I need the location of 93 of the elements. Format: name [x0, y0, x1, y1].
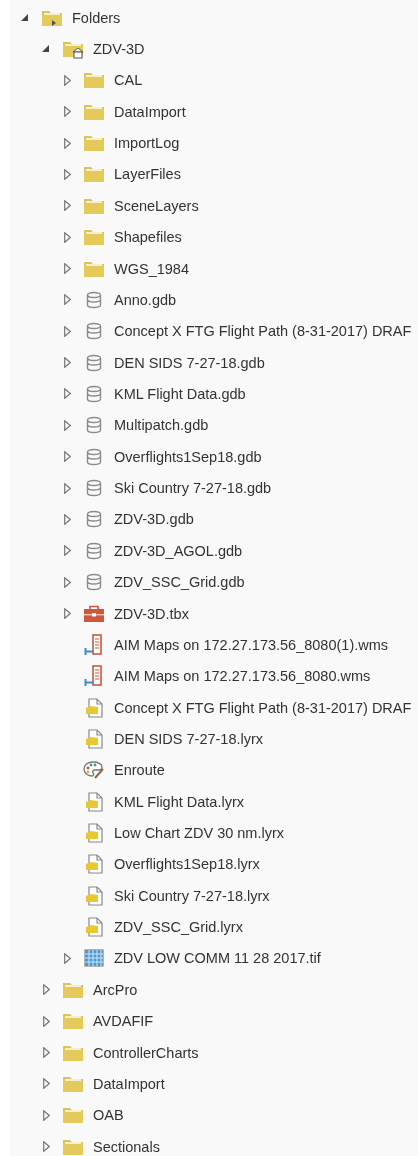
tree-item-label[interactable]: AVDAFIF: [93, 1013, 154, 1030]
expand-arrow-icon[interactable]: [63, 357, 71, 369]
tree-item-label[interactable]: Enroute: [114, 762, 165, 779]
tree-item-label[interactable]: OAB: [93, 1107, 124, 1124]
tree-item-label[interactable]: DEN SIDS 7-27-18.lyrx: [114, 730, 264, 747]
tree-item-label[interactable]: AIM Maps on 172.27.173.56_8080(1).wms: [114, 636, 389, 653]
folder-icon: [83, 164, 105, 185]
expand-arrow-icon[interactable]: [42, 1078, 50, 1090]
expand-arrow-icon[interactable]: [63, 388, 71, 400]
expand-arrow-icon[interactable]: [63, 482, 71, 494]
tree-item-label[interactable]: DataImport: [114, 103, 186, 120]
tree-item-label[interactable]: LayerFiles: [114, 166, 181, 183]
layer-file-icon: [85, 854, 103, 875]
tree-item-label[interactable]: KML Flight Data.lyrx: [114, 793, 244, 810]
database-icon: [86, 479, 102, 498]
database-icon: [86, 416, 102, 435]
expand-arrow-icon[interactable]: [63, 419, 71, 431]
tree-item-label[interactable]: Overflights1Sep18.gdb: [114, 448, 262, 465]
layer-file-icon: [85, 791, 103, 812]
tree-item-label[interactable]: Shapefiles: [114, 229, 182, 246]
database-icon: [86, 510, 102, 529]
database-icon: [86, 447, 102, 466]
expand-arrow-icon[interactable]: [63, 106, 71, 118]
raster-grid-icon: [84, 949, 104, 968]
tree-item-label[interactable]: ZDV-3D.gdb: [114, 511, 194, 528]
folder-icon: [62, 1105, 84, 1126]
tree-item-label[interactable]: KML Flight Data.gdb: [114, 386, 246, 402]
tree-item-label[interactable]: ZDV LOW COMM 11 28 2017.tif: [114, 950, 321, 967]
expand-arrow-icon[interactable]: [63, 608, 71, 619]
folder-icon: [62, 1011, 84, 1032]
expand-arrow-icon[interactable]: [42, 1141, 50, 1153]
folder-icon: [83, 133, 105, 154]
tree-item-label[interactable]: ZDV_SSC_Grid.gdb: [114, 574, 245, 591]
layer-file-icon: [85, 917, 103, 938]
tree-item-label[interactable]: ControllerCharts: [93, 1044, 199, 1061]
expand-arrow-icon[interactable]: [42, 984, 50, 996]
collapse-arrow-icon[interactable]: [42, 45, 50, 54]
expand-arrow-icon[interactable]: [63, 200, 71, 212]
folder-icon: [83, 227, 105, 248]
expand-arrow-icon[interactable]: [63, 952, 71, 964]
layer-file-icon: [85, 728, 103, 749]
tree-item-label[interactable]: Multipatch.gdb: [114, 417, 209, 434]
palette-icon: [83, 760, 105, 781]
expand-arrow-icon[interactable]: [63, 168, 71, 180]
expand-arrow-icon[interactable]: [63, 576, 71, 588]
layer-file-icon: [85, 823, 103, 843]
expand-arrow-icon[interactable]: [63, 513, 71, 525]
toolbox-icon: [83, 604, 105, 623]
database-icon: [86, 322, 102, 341]
expand-arrow-icon[interactable]: [42, 1047, 50, 1059]
expand-arrow-icon[interactable]: [42, 1015, 50, 1027]
expand-arrow-icon[interactable]: [42, 1109, 50, 1121]
expand-arrow-icon[interactable]: [63, 294, 71, 306]
tree-item-label[interactable]: ZDV-3D_AGOL.gdb: [114, 542, 243, 559]
tree-item-label[interactable]: Overflights1Sep18.lyrx: [114, 856, 260, 873]
expand-arrow-icon[interactable]: [63, 263, 71, 275]
expand-arrow-icon[interactable]: [63, 137, 71, 149]
tree-item-label[interactable]: Sectionals: [93, 1138, 160, 1155]
tree-item-label[interactable]: Concept X FTG Flight Path (8-31-2017) DRAF: [114, 699, 412, 716]
expand-arrow-icon[interactable]: [63, 231, 71, 243]
expand-arrow-icon[interactable]: [63, 545, 71, 557]
layer-file-icon: [85, 697, 103, 718]
tree-item-label[interactable]: ZDV-3D: [93, 41, 145, 58]
tree-item-label[interactable]: ImportLog: [114, 135, 180, 152]
tree-item-label[interactable]: Folders: [72, 9, 121, 26]
tree-item-label[interactable]: CAL: [114, 72, 143, 89]
expand-arrow-icon[interactable]: [63, 74, 71, 86]
tree-item-label[interactable]: ZDV_SSC_Grid.lyrx: [114, 919, 243, 936]
layer-file-icon: [85, 885, 103, 906]
tree-item-label[interactable]: Anno.gdb: [114, 291, 177, 308]
home-folder-icon: [62, 39, 84, 60]
tree-item-label[interactable]: ArcPro: [93, 981, 138, 998]
server-icon: [84, 665, 104, 688]
database-icon: [86, 573, 102, 592]
tree-item-label[interactable]: ZDV-3D.tbx: [114, 605, 189, 622]
tree-item-label[interactable]: WGS_1984: [114, 260, 189, 277]
expand-arrow-icon[interactable]: [63, 451, 71, 463]
tree-item-label[interactable]: Low Chart ZDV 30 nm.lyrx: [114, 825, 285, 841]
database-icon: [86, 353, 102, 372]
tree-item-label[interactable]: DEN SIDS 7-27-18.gdb: [114, 354, 265, 371]
tree-item-label[interactable]: SceneLayers: [114, 197, 199, 214]
folder-icon: [83, 70, 105, 91]
collapse-arrow-icon[interactable]: [21, 13, 29, 22]
server-icon: [84, 633, 104, 656]
database-icon: [86, 290, 102, 309]
tree-item-label[interactable]: Ski Country 7-27-18.gdb: [114, 480, 272, 497]
database-icon: [86, 385, 102, 403]
tree-item-label[interactable]: Concept X FTG Flight Path (8-31-2017) DRAF: [114, 323, 412, 340]
expand-arrow-icon[interactable]: [63, 325, 71, 337]
tree-item-label[interactable]: AIM Maps on 172.27.173.56_8080.wms: [114, 668, 371, 685]
tree-item-label[interactable]: DataImport: [93, 1075, 165, 1092]
tree-item-label[interactable]: Ski Country 7-27-18.lyrx: [114, 887, 270, 904]
database-icon: [86, 541, 102, 560]
